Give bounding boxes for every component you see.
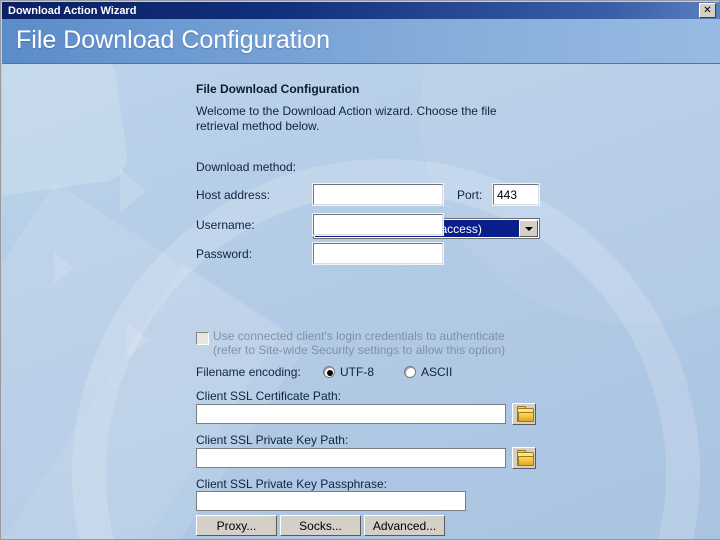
socks-button[interactable]: Socks... [280, 515, 361, 536]
ssl-certificate-browse-button[interactable] [512, 403, 536, 425]
ssl-certificate-path-input[interactable] [196, 404, 506, 424]
ssl-certificate-path-label: Client SSL Certificate Path: [196, 389, 341, 403]
radio-ascii-label: ASCII [421, 365, 453, 379]
ssl-passphrase-input[interactable] [196, 491, 466, 511]
folder-icon [516, 406, 534, 422]
wizard-content: File Download Configuration Welcome to t… [2, 64, 720, 539]
ssl-passphrase-label: Client SSL Private Key Passphrase: [196, 477, 387, 491]
banner-title: File Download Configuration [16, 26, 331, 54]
wizard-body: File Download Configuration Welcome to t… [2, 64, 720, 539]
close-icon[interactable]: ✕ [699, 3, 716, 18]
username-input[interactable] [312, 213, 444, 236]
page-intro: Welcome to the Download Action wizard. C… [196, 104, 497, 133]
port-input[interactable] [492, 183, 540, 206]
ssl-private-key-browse-button[interactable] [512, 447, 536, 469]
host-address-label: Host address: [196, 188, 271, 202]
folder-icon [516, 450, 534, 466]
chevron-down-icon[interactable] [519, 220, 538, 237]
port-label: Port: [457, 188, 483, 202]
username-label: Username: [196, 218, 255, 232]
use-client-credentials-label: Use connected client's login credentials… [213, 329, 506, 357]
page-title: File Download Configuration [196, 82, 360, 96]
download-method-label: Download method: [196, 160, 297, 174]
use-client-credentials-checkbox[interactable] [196, 332, 209, 345]
radio-utf8-label: UTF-8 [340, 365, 374, 379]
password-input[interactable] [312, 242, 444, 265]
radio-utf8[interactable] [323, 366, 335, 378]
ssl-private-key-path-label: Client SSL Private Key Path: [196, 433, 349, 447]
wizard-window: Download Action Wizard ✕ File Download C… [0, 0, 720, 540]
advanced-button[interactable]: Advanced... [364, 515, 445, 536]
host-address-input[interactable] [312, 183, 444, 206]
password-label: Password: [196, 247, 253, 261]
radio-ascii[interactable] [404, 366, 416, 378]
ssl-private-key-path-input[interactable] [196, 448, 506, 468]
window-titlebar: Download Action Wizard ✕ [2, 2, 720, 19]
wizard-banner: File Download Configuration [2, 19, 720, 64]
window-title: Download Action Wizard [8, 4, 137, 17]
filename-encoding-label: Filename encoding: [196, 365, 301, 379]
proxy-button[interactable]: Proxy... [196, 515, 277, 536]
